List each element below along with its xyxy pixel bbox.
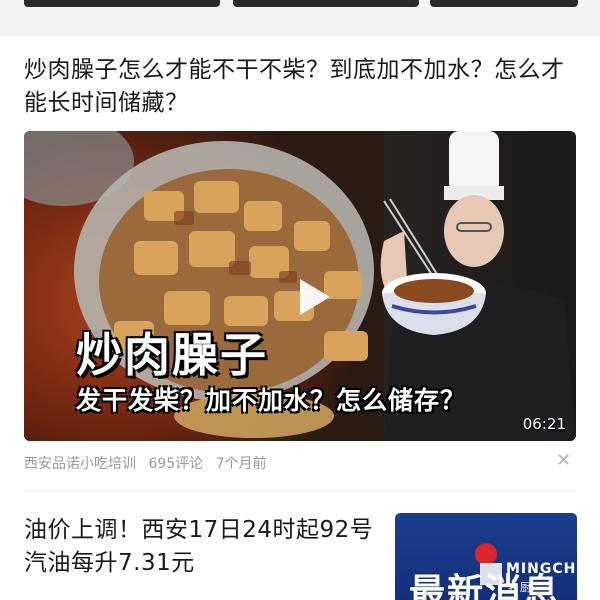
row-separator [24,491,576,492]
comment-count: 695评论 [148,456,204,472]
publish-time: 7个月前 [215,456,267,472]
video-overlay-title: 炒肉臊子 [76,328,268,382]
watermark: MINGCHU 名厨 [478,557,600,600]
close-icon[interactable]: ✕ [556,450,571,471]
video-overlay-subtitle: 发干发柴？加不加水？怎么储存？ [76,386,467,415]
article-source[interactable]: 西安品诺小吃培训 [24,456,136,472]
video-duration: 06:21 [522,415,566,433]
video-thumbnail[interactable]: 炒肉臊子 发干发柴？加不加水？怎么储存？ 06:21 [24,131,576,441]
previous-thumbnail-right [430,0,578,7]
play-icon[interactable] [300,279,330,315]
previous-thumbnail-left [24,0,220,7]
article-title[interactable]: 炒肉臊子怎么才能不干不柴？到底加不加水？怎么才能长时间储藏？ [24,54,580,120]
previous-thumbnail-middle [233,0,419,7]
feed-divider [0,26,600,36]
watermark-logo-icon [480,563,502,585]
watermark-brand: MINGCHU [506,561,589,577]
watermark-brand-cn: 名厨 [508,581,532,594]
article-meta: 西安品诺小吃培训 695评论 7个月前 [24,453,275,473]
article2-title[interactable]: 油价上调！西安17日24时起92号汽油每升7.31元 [24,514,374,580]
